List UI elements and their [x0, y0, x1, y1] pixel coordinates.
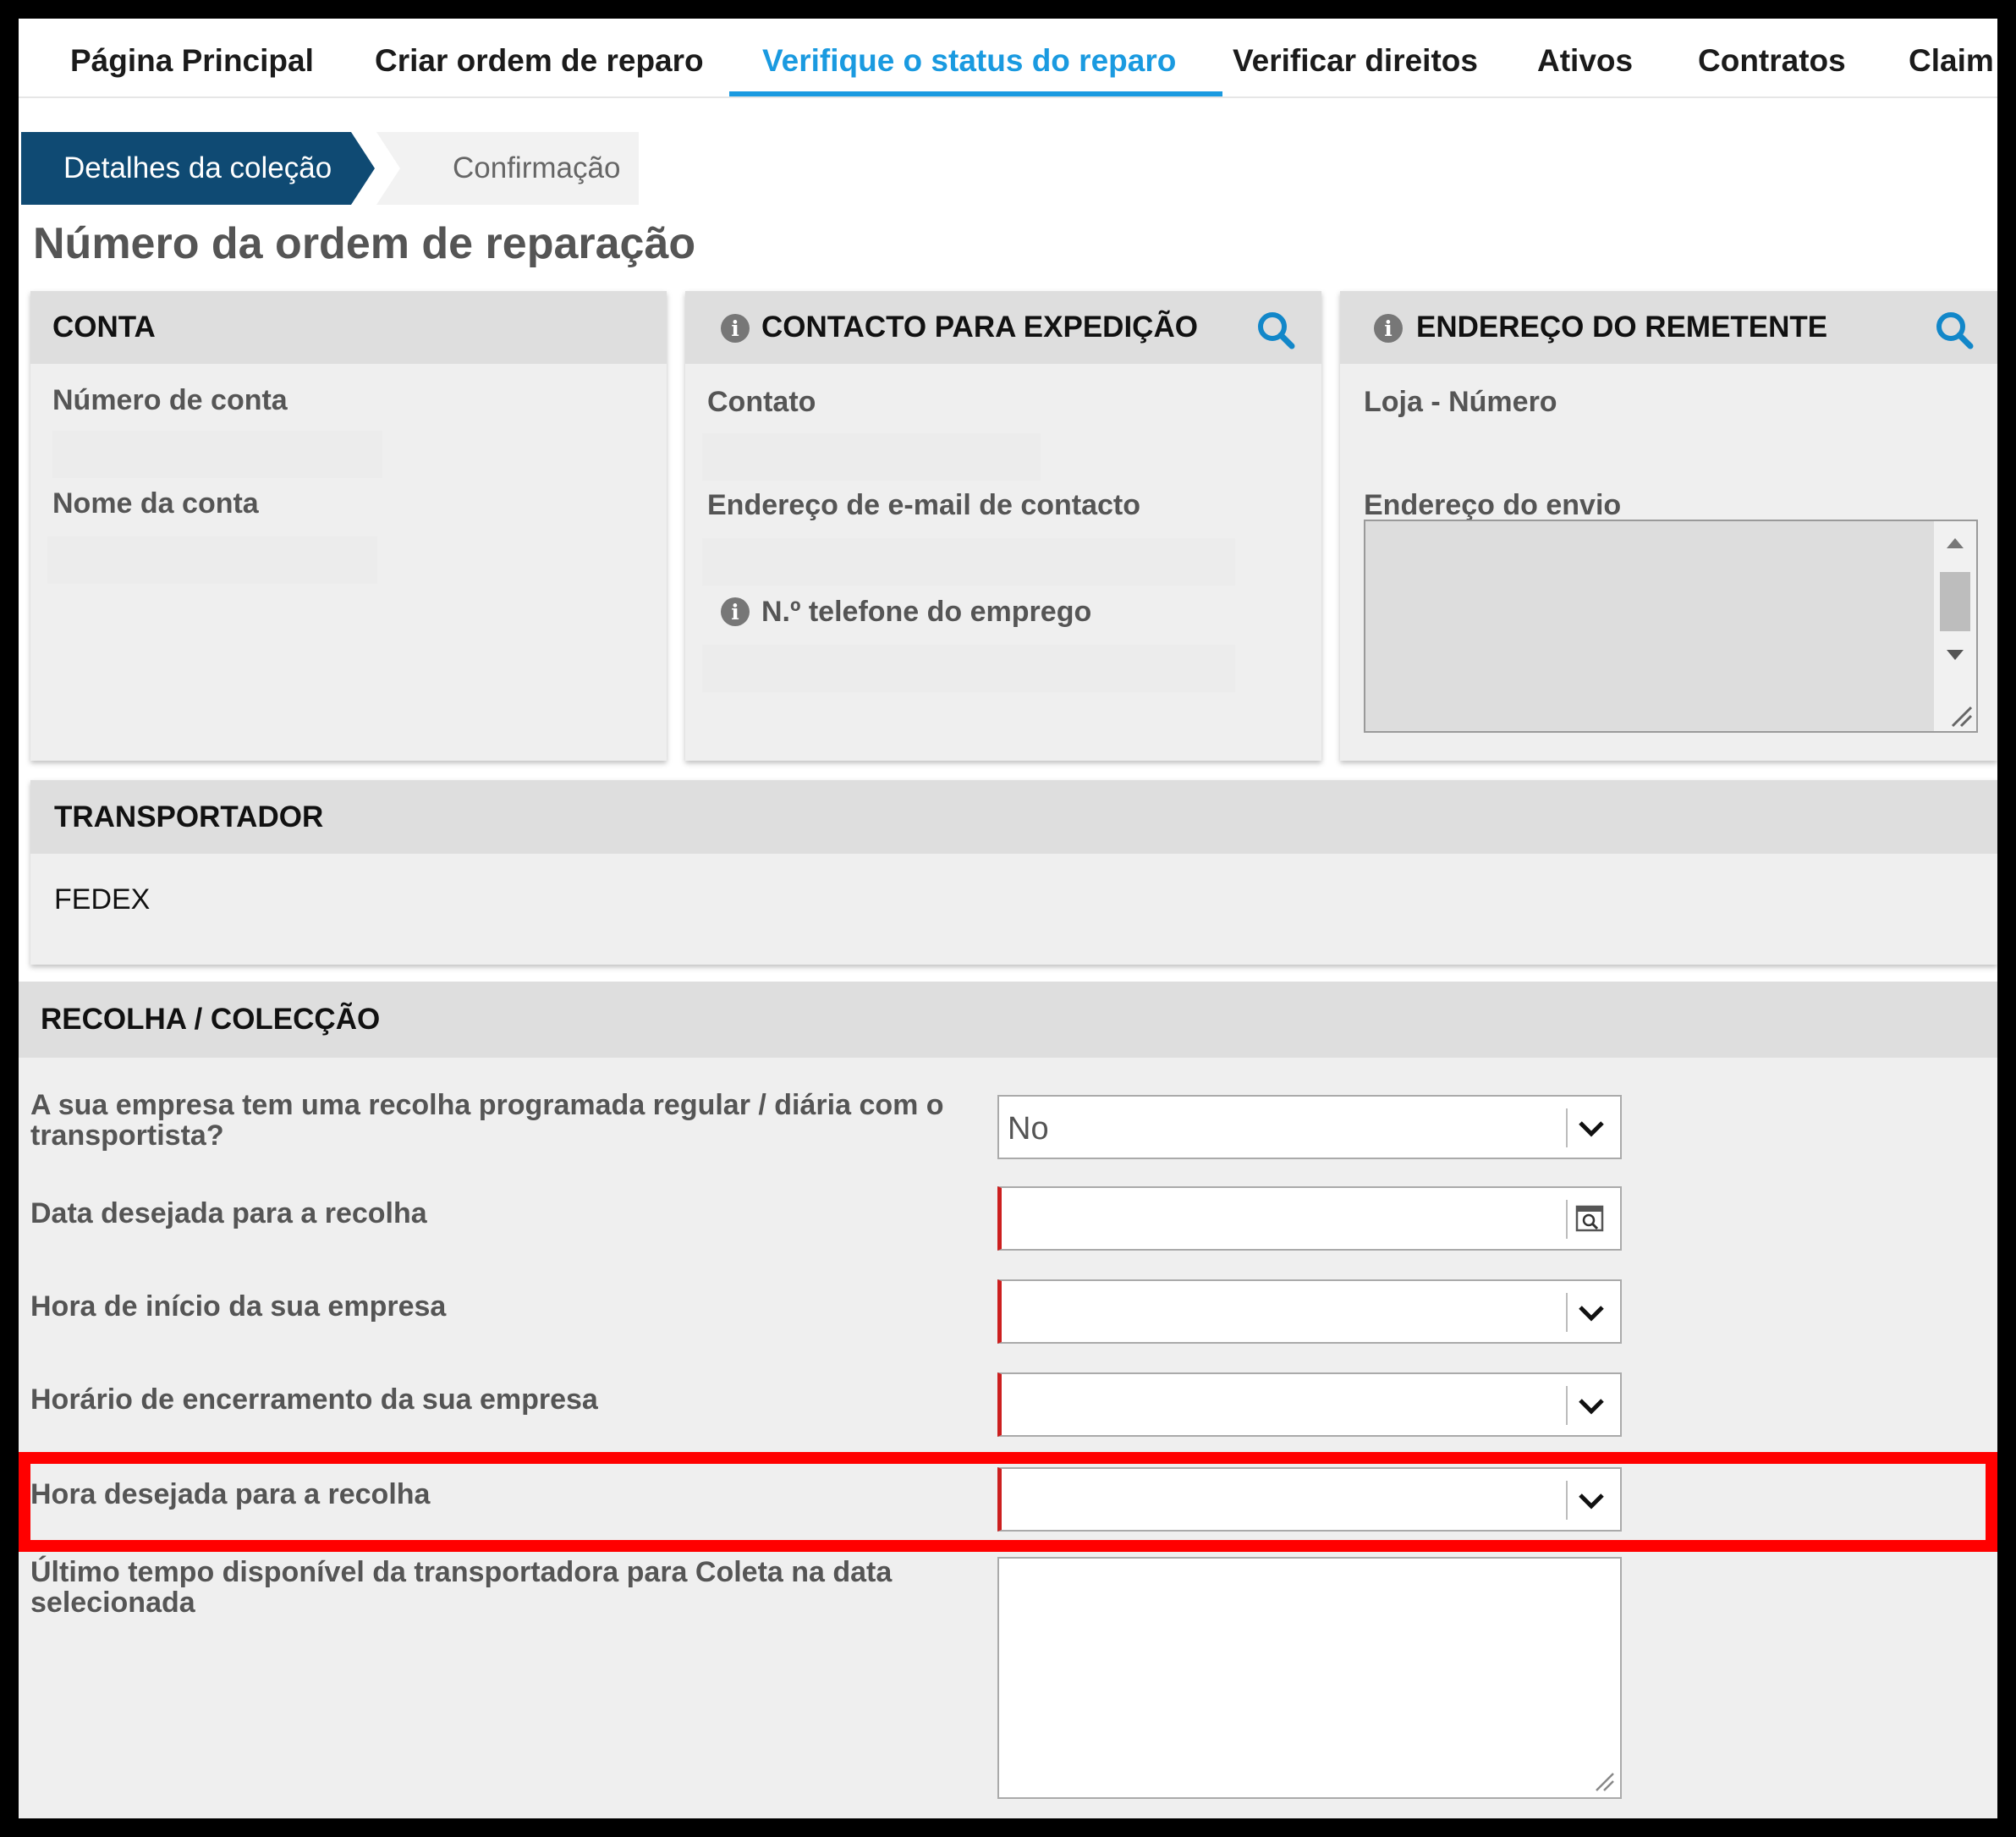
last-available-textarea[interactable]: [997, 1557, 1622, 1799]
app-window: Página Principal Criar ordem de reparo V…: [19, 19, 1997, 1818]
tab-pagina-principal[interactable]: Página Principal: [70, 19, 314, 96]
account-number-label: Número de conta: [52, 384, 288, 416]
contact-value: [702, 433, 1041, 481]
business-start-select[interactable]: [997, 1279, 1622, 1344]
wizard-step-confirmation[interactable]: Confirmação: [376, 132, 639, 205]
scroll-up-icon[interactable]: [1945, 536, 1965, 550]
tab-verificar-direitos[interactable]: Verificar direitos: [1233, 19, 1478, 96]
shipping-contact-title: CONTACTO PARA EXPEDIÇÃO: [761, 311, 1198, 344]
shipping-contact-panel: i CONTACTO PARA EXPEDIÇÃO Contato Endere…: [685, 291, 1321, 761]
carrier-panel-title: TRANSPORTADOR: [54, 800, 324, 833]
chevron-down-icon[interactable]: [1576, 1114, 1607, 1144]
account-panel: CONTA Número de conta Nome da conta: [30, 291, 667, 761]
chevron-down-icon[interactable]: [1576, 1298, 1607, 1328]
resize-grip-icon[interactable]: [1947, 702, 1973, 728]
account-name-value: [47, 536, 377, 584]
collection-form-title: RECOLHA / COLECÇÃO: [41, 1003, 381, 1036]
scheduled-pickup-select[interactable]: No: [997, 1095, 1622, 1159]
shipping-address-label: Endereço do envio: [1364, 489, 1622, 521]
info-icon: i: [721, 314, 750, 343]
select-separator: [1566, 1386, 1568, 1425]
select-separator: [1566, 1481, 1568, 1520]
select-separator: [1566, 1108, 1568, 1147]
info-icon: i: [1374, 314, 1403, 343]
chevron-down-icon[interactable]: [1576, 1486, 1607, 1516]
scheduled-pickup-value: No: [1008, 1111, 1049, 1147]
account-panel-title: CONTA: [52, 311, 156, 344]
account-number-value: [52, 431, 382, 478]
scheduled-pickup-label: A sua empresa tem uma recolha programada…: [30, 1089, 944, 1152]
business-start-label: Hora de início da sua empresa: [30, 1290, 447, 1323]
carrier-panel: TRANSPORTADOR FEDEX: [30, 780, 1997, 965]
resize-grip-icon[interactable]: [1593, 1770, 1615, 1792]
pickup-time-label: Hora desejada para a recolha: [30, 1478, 431, 1510]
sender-address-panel: i ENDEREÇO DO REMETENTE Loja - Número En…: [1340, 291, 1997, 761]
scrollbar[interactable]: [1934, 521, 1976, 731]
pickup-date-input[interactable]: [997, 1186, 1622, 1251]
info-icon: i: [721, 597, 750, 626]
active-tab-underline: [729, 91, 1222, 96]
select-separator: [1566, 1293, 1568, 1332]
top-nav: Página Principal Criar ordem de reparo V…: [19, 19, 1997, 98]
contact-email-label: Endereço de e-mail de contacto: [707, 489, 1141, 521]
pickup-time-select[interactable]: [997, 1467, 1622, 1532]
input-separator: [1566, 1200, 1568, 1239]
sender-address-header: i ENDEREÇO DO REMETENTE: [1340, 291, 1997, 364]
calendar-icon[interactable]: [1574, 1203, 1605, 1234]
shipping-contact-header: i CONTACTO PARA EXPEDIÇÃO: [685, 291, 1321, 364]
search-icon[interactable]: [1934, 310, 1975, 350]
collection-form-header: RECOLHA / COLECÇÃO: [19, 982, 1997, 1058]
tab-contratos[interactable]: Contratos: [1698, 19, 1846, 96]
scrollbar-thumb[interactable]: [1940, 572, 1970, 631]
business-close-label: Horário de encerramento da sua empresa: [30, 1383, 598, 1416]
phone-label: N.º telefone do emprego: [761, 596, 1092, 628]
pickup-date-label: Data desejada para a recolha: [30, 1197, 427, 1229]
carrier-panel-header: TRANSPORTADOR: [30, 780, 1997, 854]
page-title: Número da ordem de reparação: [33, 219, 696, 268]
contact-label: Contato: [707, 386, 816, 418]
last-available-label: Último tempo disponível da transportador…: [30, 1556, 893, 1619]
tab-verifique-status[interactable]: Verifique o status do reparo: [762, 19, 1176, 96]
account-panel-header: CONTA: [30, 291, 667, 364]
sender-address-title: ENDEREÇO DO REMETENTE: [1416, 311, 1828, 344]
phone-value: [702, 645, 1235, 692]
business-close-select[interactable]: [997, 1372, 1622, 1437]
chevron-down-icon[interactable]: [1576, 1391, 1607, 1422]
account-name-label: Nome da conta: [52, 487, 259, 520]
wizard-step-collection-details[interactable]: Detalhes da coleção: [21, 132, 375, 205]
scroll-down-icon[interactable]: [1945, 648, 1965, 662]
store-number-label: Loja - Número: [1364, 386, 1557, 418]
tab-claim[interactable]: Claim: [1909, 19, 1994, 96]
contact-email-value: [702, 538, 1235, 586]
carrier-value: FEDEX: [54, 883, 151, 916]
tab-ativos[interactable]: Ativos: [1537, 19, 1633, 96]
tab-criar-ordem[interactable]: Criar ordem de reparo: [375, 19, 704, 96]
search-icon[interactable]: [1255, 310, 1296, 350]
shipping-address-textarea[interactable]: [1364, 520, 1978, 733]
